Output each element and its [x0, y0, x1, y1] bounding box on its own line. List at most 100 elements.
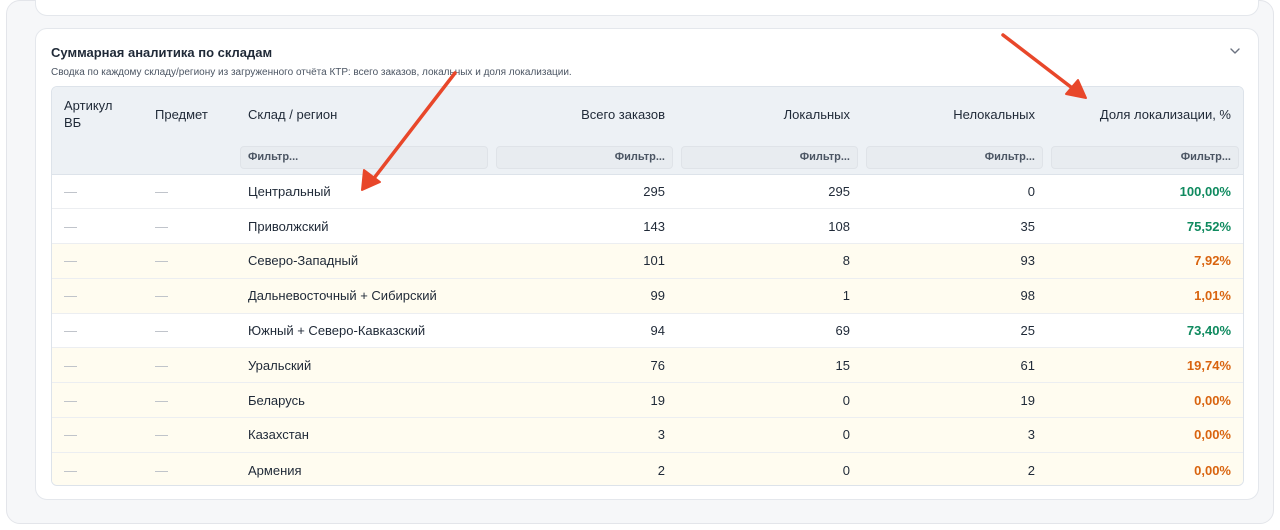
cell-total: 19: [492, 382, 677, 419]
table-row: — — Беларусь 19 0 19 0,00%: [52, 382, 1243, 419]
summary-table-container: Артикул ВБ Предмет Склад / регион Всего …: [51, 86, 1244, 486]
cell-subject: —: [143, 278, 236, 314]
cell-share: 0,00%: [1047, 382, 1243, 419]
cell-subject: —: [143, 347, 236, 384]
filter-cell-share: [1047, 141, 1243, 175]
cell-local: 8: [677, 243, 862, 279]
cell-share: 7,92%: [1047, 243, 1243, 279]
cell-article: —: [52, 243, 143, 279]
cell-share: 100,00%: [1047, 174, 1243, 210]
cell-region: Приволжский: [236, 208, 492, 245]
cell-article: —: [52, 208, 143, 245]
column-header-subject[interactable]: Предмет: [143, 87, 236, 141]
column-header-region[interactable]: Склад / регион: [236, 87, 492, 141]
cell-local: 15: [677, 347, 862, 384]
cell-nonlocal: 0: [862, 174, 1047, 210]
cell-nonlocal: 98: [862, 278, 1047, 314]
cell-local: 1: [677, 278, 862, 314]
cell-nonlocal: 3: [862, 417, 1047, 453]
filter-row: [52, 141, 1243, 175]
cell-share: 19,74%: [1047, 347, 1243, 384]
cell-nonlocal: 35: [862, 208, 1047, 245]
cell-total: 3: [492, 417, 677, 453]
table-row: — — Приволжский 143 108 35 75,52%: [52, 208, 1243, 245]
local-filter-input[interactable]: [681, 145, 858, 169]
table-row: — — Уральский 76 15 61 19,74%: [52, 347, 1243, 384]
cell-share: 0,00%: [1047, 417, 1243, 453]
filter-cell-empty: [143, 141, 236, 175]
filter-cell-local: [677, 141, 862, 175]
share-filter-input[interactable]: [1051, 145, 1239, 169]
column-header-local[interactable]: Локальных: [677, 87, 862, 141]
column-header-article[interactable]: Артикул ВБ: [52, 87, 143, 141]
cell-local: 0: [677, 452, 862, 485]
cell-region: Северо-Западный: [236, 243, 492, 279]
cell-nonlocal: 93: [862, 243, 1047, 279]
cell-total: 143: [492, 208, 677, 245]
table-body: — — Центральный 295 295 0 100,00% — — Приволжский…: [52, 174, 1243, 485]
cell-region: Беларусь: [236, 382, 492, 419]
cell-nonlocal: 2: [862, 452, 1047, 485]
cell-share: 1,01%: [1047, 278, 1243, 314]
cell-subject: —: [143, 313, 236, 349]
table-row: — — Южный + Северо-Кавказский 94 69 25 73,40%: [52, 313, 1243, 349]
cell-share: 75,52%: [1047, 208, 1243, 245]
cell-nonlocal: 19: [862, 382, 1047, 419]
cell-total: 99: [492, 278, 677, 314]
cell-local: 108: [677, 208, 862, 245]
cell-article: —: [52, 347, 143, 384]
cell-region: Уральский: [236, 347, 492, 384]
cell-total: 76: [492, 347, 677, 384]
column-header-nonlocal[interactable]: Нелокальных: [862, 87, 1047, 141]
cell-share: 0,00%: [1047, 452, 1243, 485]
cell-subject: —: [143, 452, 236, 485]
total-filter-input[interactable]: [496, 145, 673, 169]
cell-share: 73,40%: [1047, 313, 1243, 349]
table-row: — — Северо-Западный 101 8 93 7,92%: [52, 243, 1243, 279]
cell-total: 295: [492, 174, 677, 210]
table-row: — — Дальневосточный + Сибирский 99 1 98 1,01%: [52, 278, 1243, 314]
cell-local: 0: [677, 382, 862, 419]
cell-region: Казахстан: [236, 417, 492, 453]
cell-region: Южный + Северо-Кавказский: [236, 313, 492, 349]
header-row: Артикул ВБ Предмет Склад / регион Всего …: [52, 87, 1243, 141]
cell-article: —: [52, 452, 143, 485]
table-row: — — Казахстан 3 0 3 0,00%: [52, 417, 1243, 453]
cell-total: 2: [492, 452, 677, 485]
region-filter-input[interactable]: [240, 145, 488, 169]
cell-article: —: [52, 278, 143, 314]
cell-subject: —: [143, 243, 236, 279]
column-header-share[interactable]: Доля локализации, %: [1047, 87, 1243, 141]
cell-subject: —: [143, 382, 236, 419]
cell-article: —: [52, 382, 143, 419]
cell-nonlocal: 25: [862, 313, 1047, 349]
filter-cell-empty: [52, 141, 143, 175]
filter-cell-nonlocal: [862, 141, 1047, 175]
card-subtitle: Сводка по каждому складу/региону из загр…: [51, 67, 572, 78]
filter-cell-total: [492, 141, 677, 175]
warehouse-summary-card: Суммарная аналитика по складам Сводка по…: [35, 28, 1259, 500]
summary-table: Артикул ВБ Предмет Склад / регион Всего …: [52, 87, 1243, 485]
nonlocal-filter-input[interactable]: [866, 145, 1043, 169]
cell-article: —: [52, 313, 143, 349]
cell-article: —: [52, 174, 143, 210]
cell-subject: —: [143, 208, 236, 245]
cell-region: Дальневосточный + Сибирский: [236, 278, 492, 314]
cell-subject: —: [143, 417, 236, 453]
column-header-total[interactable]: Всего заказов: [492, 87, 677, 141]
cell-local: 69: [677, 313, 862, 349]
table-row: — — Армения 2 0 2 0,00%: [52, 452, 1243, 485]
cell-subject: —: [143, 174, 236, 210]
previous-card: [35, 0, 1259, 16]
cell-total: 94: [492, 313, 677, 349]
filter-cell-region: [236, 141, 492, 175]
cell-region: Центральный: [236, 174, 492, 210]
cell-local: 295: [677, 174, 862, 210]
cell-region: Армения: [236, 452, 492, 485]
chevron-down-icon[interactable]: [1228, 44, 1242, 58]
cell-local: 0: [677, 417, 862, 453]
card-title: Суммарная аналитика по складам: [51, 45, 273, 60]
cell-total: 101: [492, 243, 677, 279]
table-row: — — Центральный 295 295 0 100,00%: [52, 174, 1243, 210]
cell-nonlocal: 61: [862, 347, 1047, 384]
